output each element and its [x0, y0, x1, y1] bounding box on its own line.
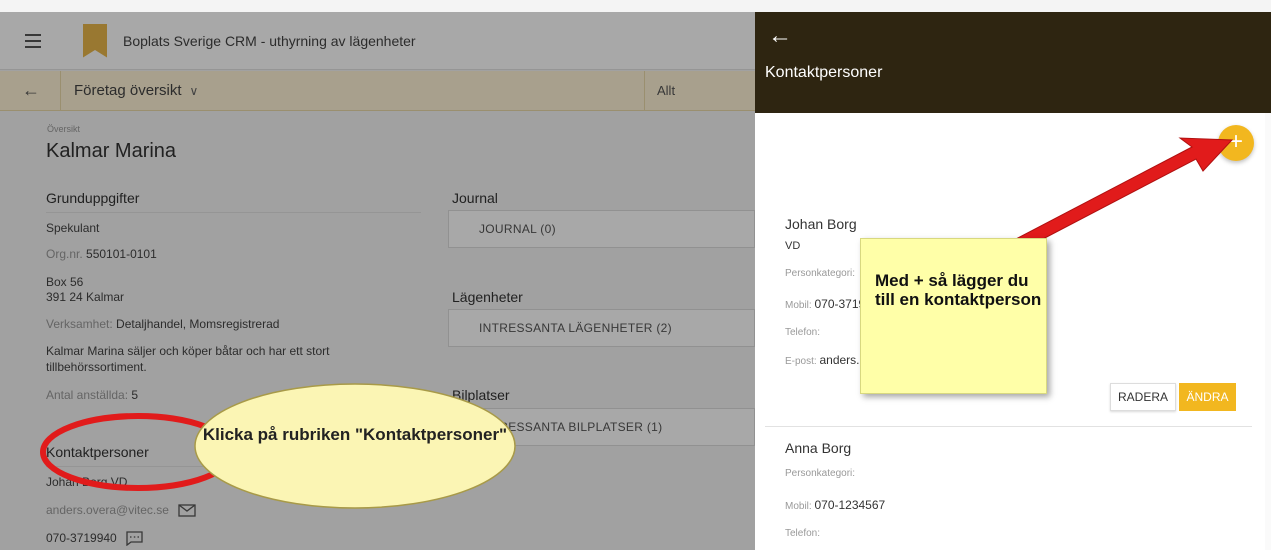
mobile-label: Mobil: [785, 501, 812, 512]
contact-name: Johan Borg [785, 216, 857, 232]
edit-button[interactable]: ÄNDRA [1179, 383, 1236, 411]
heading-callout-text: Klicka på rubriken "Kontaktpersoner" [202, 425, 508, 444]
contact-phone-label: Telefon: [785, 327, 821, 338]
mobile-label: Mobil: [785, 300, 812, 311]
add-contact-button[interactable]: + [1218, 125, 1254, 161]
panel-title: Kontaktpersoner [765, 64, 883, 81]
scrollbar[interactable] [1265, 113, 1271, 550]
contact-name: Anna Borg [785, 440, 852, 456]
panel-header: ← Kontaktpersoner [755, 12, 1271, 113]
contact-role: VD [785, 240, 801, 252]
contact-divider [765, 426, 1252, 427]
add-contact-callout: Med + så lägger du till en kontaktperson [860, 238, 1047, 394]
modal-dim-overlay[interactable] [0, 12, 755, 550]
contact-category-label: Personkategori: [785, 468, 856, 479]
email-label: E-post: [785, 356, 817, 367]
contact-mobile-row: Mobil: 070-1234567 [785, 498, 885, 512]
contact-category-label: Personkategori: [785, 268, 856, 279]
panel-back-icon[interactable]: ← [768, 22, 792, 50]
contact-phone-label: Telefon: [785, 528, 821, 539]
delete-button[interactable]: RADERA [1110, 383, 1176, 411]
mobile-value: 070-1234567 [814, 498, 886, 512]
